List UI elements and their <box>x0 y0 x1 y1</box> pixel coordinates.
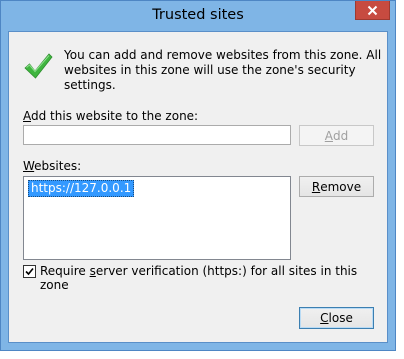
websites-label-text: ebsites: <box>34 159 82 173</box>
close-button-mnemonic: C <box>320 311 329 325</box>
require-verification-checkbox[interactable] <box>23 265 36 278</box>
add-site-label: Add this website to the zone: <box>23 109 198 123</box>
add-button-mnemonic: A <box>324 128 333 143</box>
close-icon <box>367 5 378 15</box>
window-close-button[interactable] <box>355 1 390 20</box>
title-bar[interactable]: Trusted sites <box>1 1 395 31</box>
websites-list[interactable]: https://127.0.0.1 <box>23 176 291 260</box>
websites-label-mnemonic: W <box>23 159 35 173</box>
websites-label: Websites: <box>23 159 81 173</box>
add-button[interactable]: Add <box>299 125 374 146</box>
add-site-input[interactable] <box>23 125 291 145</box>
dialog-title: Trusted sites <box>152 7 244 23</box>
remove-button-text: emove <box>320 179 362 194</box>
remove-button-mnemonic: R <box>311 179 321 194</box>
verification-label-before: Require <box>40 264 90 278</box>
close-button-text: lose <box>328 311 353 325</box>
add-site-label-text: dd this website to the zone: <box>31 109 199 123</box>
list-item[interactable]: https://127.0.0.1 <box>28 180 135 197</box>
require-verification-label[interactable]: Require server verification (https:) for… <box>40 264 387 292</box>
green-check-icon <box>24 53 53 79</box>
add-site-label-mnemonic: A <box>23 109 31 123</box>
remove-button[interactable]: Remove <box>299 176 374 197</box>
checkmark-icon <box>25 267 34 276</box>
add-button-text: dd <box>332 128 349 143</box>
close-button[interactable]: Close <box>299 307 374 329</box>
dialog-body: You can add and remove websites from thi… <box>8 31 388 343</box>
trusted-sites-dialog: Trusted sites You can add and remove web… <box>0 0 396 351</box>
info-text: You can add and remove websites from thi… <box>64 48 382 92</box>
